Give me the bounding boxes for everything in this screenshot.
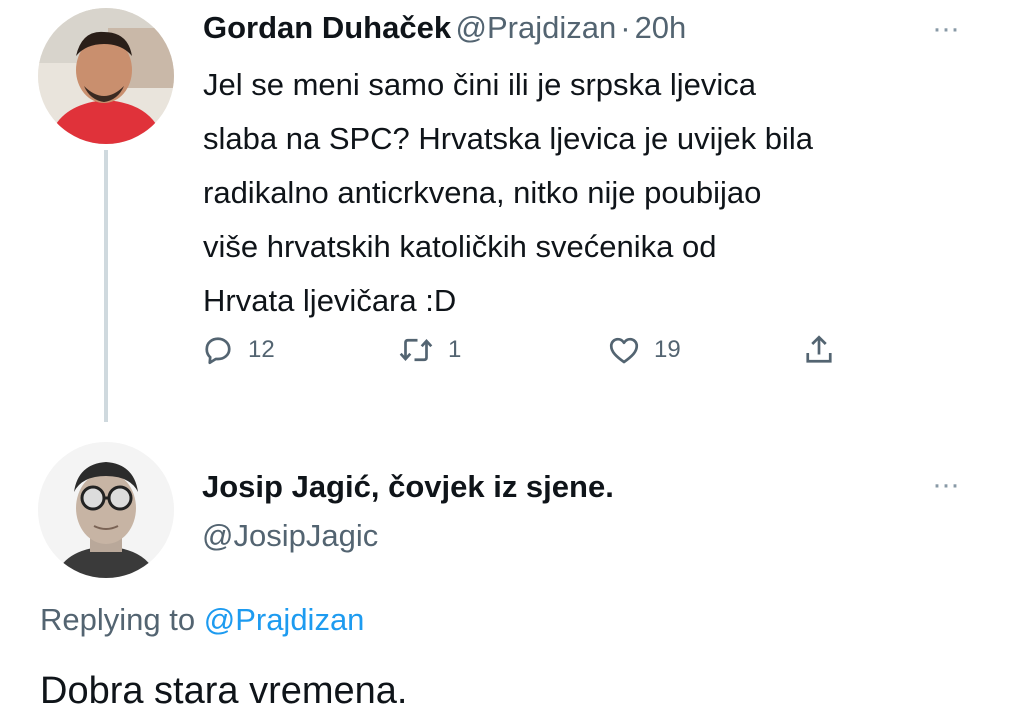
tweet-text-line: radikalno anticrkvena, nitko nije poubij…: [203, 175, 762, 210]
share-icon: [806, 335, 832, 363]
like-icon: [609, 337, 639, 364]
thread-line: [104, 150, 108, 422]
like-count: 19: [654, 336, 681, 363]
separator-dot: ·: [620, 10, 631, 45]
reply-icon: [205, 337, 231, 365]
tweet-text: Jel se meni samo čini ili je srpska ljev…: [203, 58, 1003, 328]
retweet-icon: [399, 338, 433, 362]
tweet-text-line: slaba na SPC? Hrvatska ljevica je uvijek…: [203, 121, 813, 156]
retweet-count: 1: [448, 336, 462, 363]
avatar[interactable]: [38, 442, 174, 578]
replying-to-link[interactable]: @Prajdizan: [204, 602, 365, 637]
replying-to: Replying to @Prajdizan: [40, 600, 364, 640]
avatar[interactable]: [38, 8, 174, 144]
retweet-button[interactable]: 1: [396, 332, 461, 368]
timestamp[interactable]: 20h: [635, 10, 687, 45]
more-icon[interactable]: ···: [932, 14, 960, 44]
replying-to-label: Replying to: [40, 602, 196, 637]
tweet-text-line: više hrvatskih katoličkih svećenika od: [203, 229, 717, 264]
tweet-text: Dobra stara vremena.: [40, 670, 408, 712]
tweet-header: Gordan Duhaček @Prajdizan · 20h: [203, 8, 686, 54]
display-name[interactable]: Gordan Duhaček: [203, 10, 451, 45]
share-button[interactable]: [801, 332, 837, 368]
display-name[interactable]: Josip Jagić, čovjek iz sjene.: [202, 467, 614, 507]
like-button[interactable]: 19: [606, 332, 681, 368]
more-icon[interactable]: ···: [932, 470, 960, 500]
tweet-text-line: Hrvata ljevičara :D: [203, 283, 457, 318]
reply-button[interactable]: 12: [200, 332, 275, 368]
user-handle[interactable]: @Prajdizan: [456, 10, 617, 45]
user-handle[interactable]: @JosipJagic: [202, 516, 378, 556]
tweet-text-line: Jel se meni samo čini ili je srpska ljev…: [203, 67, 757, 102]
reply-count: 12: [248, 336, 275, 363]
